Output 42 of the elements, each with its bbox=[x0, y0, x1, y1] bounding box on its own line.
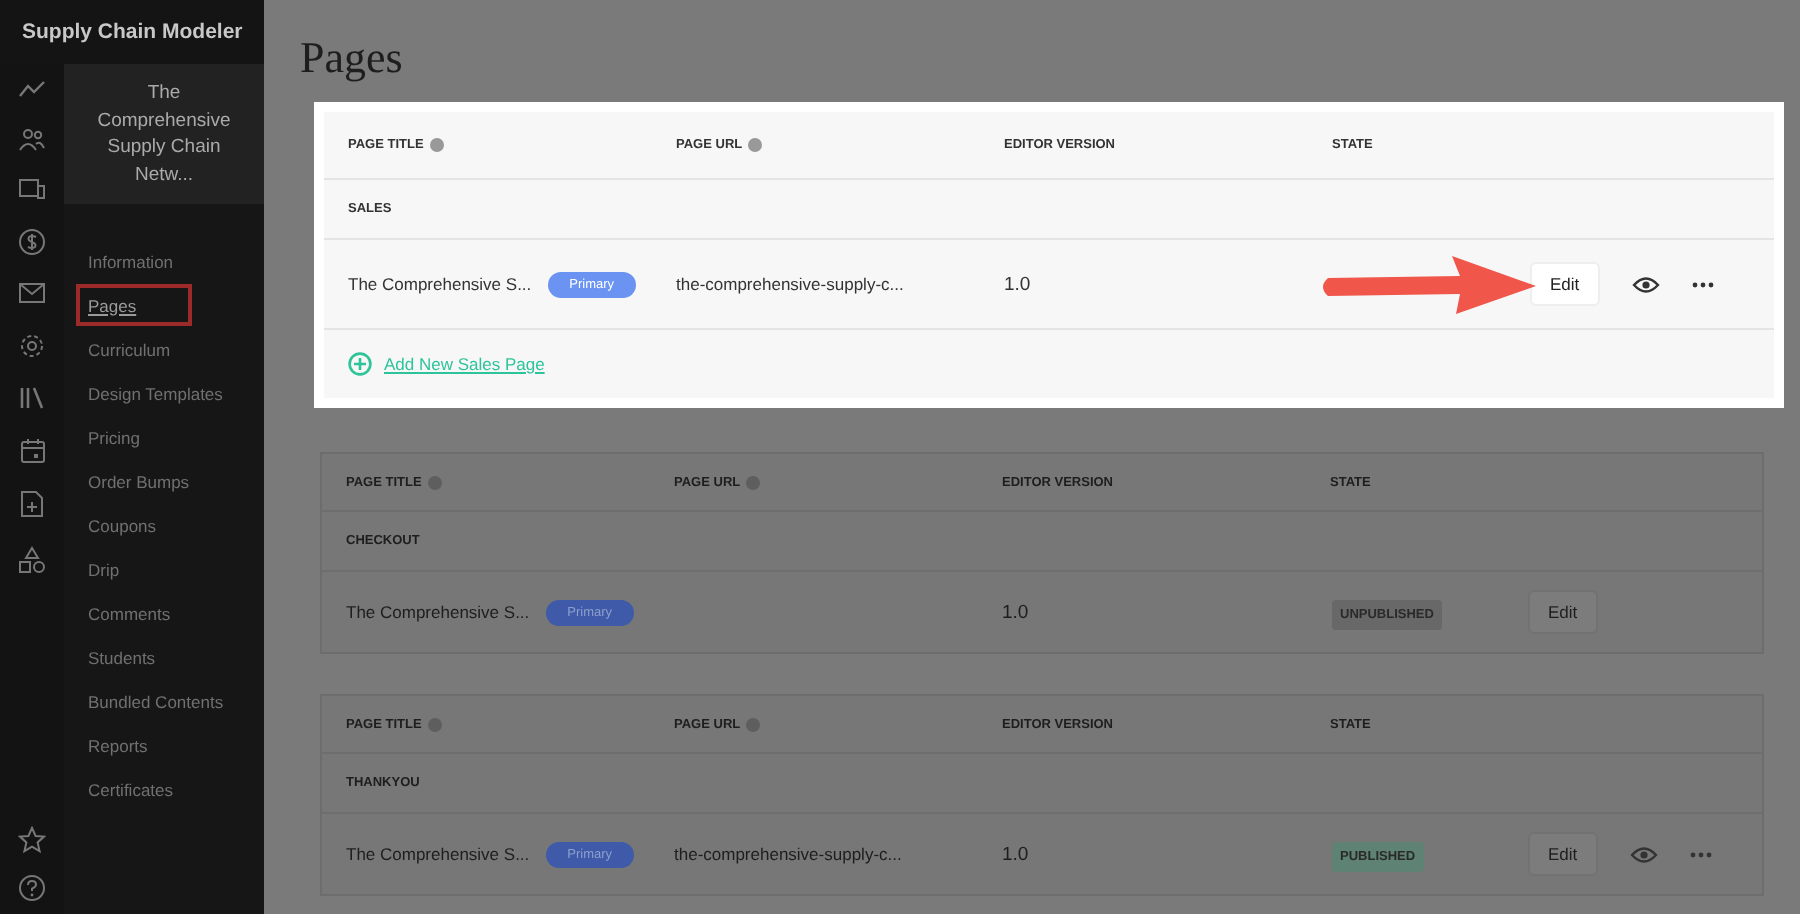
page-name: The Comprehensive S... bbox=[348, 274, 532, 294]
nav-item[interactable]: Reports bbox=[76, 724, 160, 766]
page-name: The Comprehensive S... bbox=[346, 844, 530, 864]
nav-item[interactable]: Pricing bbox=[76, 416, 152, 458]
nav-item[interactable]: Coupons bbox=[76, 504, 169, 546]
edit-button[interactable]: Edit bbox=[1530, 262, 1600, 306]
people-icon[interactable] bbox=[18, 127, 46, 151]
editor-version: 1.0 bbox=[1004, 273, 1031, 295]
edit-button[interactable]: Edit bbox=[1528, 832, 1598, 876]
editor-version: 1.0 bbox=[1002, 843, 1029, 865]
nav-item[interactable]: Design Templates bbox=[76, 372, 235, 414]
dollar-icon[interactable] bbox=[18, 227, 46, 255]
nav-item[interactable]: Certificates bbox=[76, 768, 186, 810]
page-url: the-comprehensive-supply-c... bbox=[674, 844, 902, 864]
add-page-link[interactable]: Add New Sales Page bbox=[348, 352, 545, 376]
page-title: Pages bbox=[300, 32, 405, 84]
devices-icon[interactable] bbox=[18, 178, 46, 200]
shapes-icon[interactable] bbox=[18, 545, 46, 573]
library-icon[interactable] bbox=[18, 386, 46, 410]
editor-version: 1.0 bbox=[1002, 601, 1029, 623]
page-name: The Comprehensive S... bbox=[346, 602, 530, 622]
nav-item[interactable]: Information bbox=[76, 240, 186, 282]
edit-button[interactable]: Edit bbox=[1528, 590, 1598, 634]
nav-item[interactable]: Pages bbox=[76, 284, 192, 326]
add-icon bbox=[348, 352, 372, 376]
calendar-icon[interactable] bbox=[19, 437, 45, 463]
mail-icon[interactable] bbox=[18, 282, 46, 304]
trend-icon[interactable] bbox=[18, 80, 46, 100]
nav-item[interactable]: Comments bbox=[76, 592, 183, 634]
add-page-link-text[interactable]: Add New Sales Page bbox=[384, 354, 545, 374]
settings-icon[interactable] bbox=[18, 331, 46, 359]
course-title: The Comprehensive Supply Chain Netw... bbox=[64, 64, 264, 204]
preview-icon[interactable] bbox=[1631, 275, 1660, 293]
more-icon[interactable] bbox=[1691, 281, 1714, 287]
nav-item[interactable]: Students bbox=[76, 636, 168, 678]
file-plus-icon[interactable] bbox=[20, 490, 44, 518]
nav-item[interactable]: Curriculum bbox=[76, 328, 183, 370]
nav-item[interactable]: Drip bbox=[76, 548, 132, 590]
page-url: the-comprehensive-supply-c... bbox=[676, 274, 904, 294]
nav-item[interactable]: Bundled Contents bbox=[76, 680, 236, 722]
star-icon[interactable] bbox=[18, 826, 46, 854]
nav-item[interactable]: Order Bumps bbox=[76, 460, 202, 502]
